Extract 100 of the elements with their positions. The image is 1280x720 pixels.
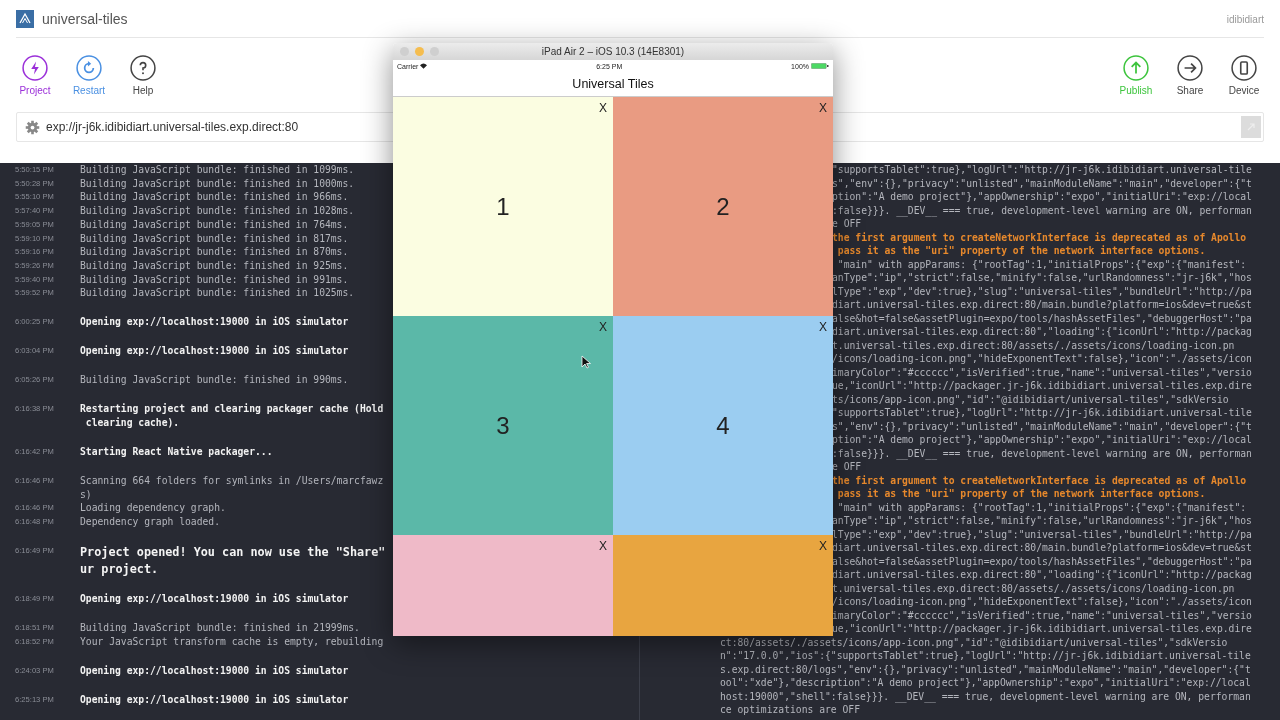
log-message: lType":"exp","dev":true},"slug":"universal-tiles","bundleUrl":"http://pa [832, 528, 1252, 540]
log-message: ce optimizations are OFF [720, 704, 860, 715]
window-title: iPad Air 2 – iOS 10.3 (14E8301) [541, 46, 685, 57]
close-icon[interactable] [400, 47, 409, 56]
toolbar-button[interactable]: Restart [62, 51, 116, 96]
log-message: "main" with appParams: {"rootTag":1,"initialProps":{"exp":{"manifest": [836, 501, 1247, 513]
tile-number: 1 [496, 192, 510, 221]
log-message: ption":"A demo project"},"appOwnership":"expo","initialUri":"exp://local [832, 434, 1252, 445]
log-message: Opening exp://localhost:19000 in iOS simulator [80, 693, 349, 707]
log-message: t.universal-tiles.exp.direct:80/assets/./assets/icons/loading-icon.pn [832, 582, 1235, 594]
log-message: ue,"iconUrl":"http://packager.jr-j6k.idibidiart.universal-tiles.exp.dire [832, 380, 1252, 391]
log-message: "main" with appParams: {"rootTag":1,"initialProps":{"exp":{"manifest": [836, 258, 1247, 270]
nav-title: Universal Tiles [572, 77, 654, 91]
tile-number: 4 [716, 411, 730, 440]
log-message: Building JavaScript bundle: finished in 1028ms. [80, 204, 355, 218]
open-url-button[interactable] [1241, 116, 1261, 138]
log-message: Building JavaScript bundle: finished in 817ms. [80, 231, 349, 246]
log-message: diart.universal-tiles.exp.direct:80/main.bundle?platform=ios&dev=true&st [832, 542, 1252, 553]
log-message: Building JavaScript bundle: finished in 21999ms. [80, 621, 360, 636]
close-button[interactable]: X [599, 320, 607, 334]
log-message: Scanning 664 folders for symlinks in /Users/marcfawz [80, 474, 384, 488]
log-message: s) [80, 487, 93, 502]
log-message: imaryColor":"#cccccc","isVerified":true,"name":"universal-tiles","versio [832, 366, 1252, 378]
log-message: Building JavaScript bundle: finished in 764ms. [80, 217, 349, 232]
toolbar-button[interactable]: Device [1217, 51, 1271, 96]
log-message: n":"17.0.0","ios":{"supportsTablet":true},"logUrl":"http://jr-j6k.idibidiart.universal-tile [720, 650, 1251, 661]
log-message: Your JavaScript transform cache is empty, rebuilding [80, 635, 384, 649]
minimize-icon[interactable] [415, 47, 424, 56]
tile-number: 3 [496, 411, 510, 440]
log-message: the first argument to createNetworkInterface is deprecated as of Apollo [832, 231, 1247, 243]
app-logo-icon [16, 10, 34, 28]
tile-number: 2 [716, 192, 730, 221]
log-message: ct:80/assets/./assets/icons/app-icon.png","id":"@idibidiart/universal-tiles","sdkVersio [720, 636, 1228, 648]
log-message: pass it as the "uri" property of the network interface options. [836, 488, 1206, 499]
project-title: universal-tiles [42, 11, 128, 27]
log-message: pass it as the "uri" property of the network interface options. [836, 245, 1206, 256]
log-message: e OFF [832, 218, 862, 229]
log-message: diart.universal-tiles.exp.direct:80","loading":{"iconUrl":"http://packag [832, 569, 1252, 580]
log-message: Opening exp://localhost:19000 in iOS simulator [80, 315, 349, 330]
log-message: ool":"xde"},"description":"A demo project"},"appOwnership":"expo","initialUri":"exp://local [720, 677, 1251, 688]
log-message: Building JavaScript bundle: finished in 991ms. [80, 272, 349, 287]
battery-icon [811, 63, 829, 69]
log-message: ts/icons/app-icon.png","id":"@idibidiart/universal-tiles","sdkVersio [832, 393, 1229, 405]
log-message: s","env":{},"privacy":"unlisted","mainModuleName":"main","developer":{"t [832, 420, 1252, 432]
log-message: Restarting project and clearing packager cache (Hold [80, 402, 384, 417]
log-message: ue,"iconUrl":"http://packager.jr-j6k.idibidiart.universal-tiles.exp.dire [832, 623, 1252, 634]
log-message: /icons/loading-icon.png","hideExponentText":false},"icon":"./assets/icon [832, 596, 1252, 607]
log-message: Opening exp://localhost:19000 in iOS simulator [80, 664, 349, 678]
lightning-icon [22, 54, 48, 81]
close-button[interactable]: X [599, 539, 607, 553]
log-message: alse&hot=false&assetPlugin=expo/tools/hashAssetFiles","debuggerHost":"pa [832, 312, 1252, 324]
log-message: /icons/loading-icon.png","hideExponentText":false},"icon":"./assets/icon [832, 353, 1252, 364]
log-message: Building JavaScript bundle: finished in 870ms. [80, 245, 349, 259]
log-message: e OFF [832, 461, 862, 472]
log-message: Starting React Native packager... [80, 445, 273, 459]
log-message: Building JavaScript bundle: finished in 966ms. [80, 190, 349, 205]
log-message: Building JavaScript bundle: finished in 925ms. [80, 258, 349, 273]
log-message: s.exp.direct:80/logs","env":{},"privacy":"unlisted","mainModuleName":"main","developer":{"t [720, 663, 1251, 675]
log-message: diart.universal-tiles.exp.direct:80","loading":{"iconUrl":"http://packag [832, 326, 1252, 337]
log-message: lType":"exp","dev":true},"slug":"universal-tiles","bundleUrl":"http://pa [832, 285, 1252, 297]
log-message: imaryColor":"#cccccc","isVerified":true,"name":"universal-tiles","versio [832, 609, 1252, 621]
log-message: alse&hot=false&assetPlugin=expo/tools/hashAssetFiles","debuggerHost":"pa [832, 555, 1252, 567]
log-message: :false}}}. __DEV__ === true, development-level warning are ON, performan [832, 447, 1252, 459]
toolbar-button[interactable]: Help [116, 51, 170, 96]
toolbar-button[interactable]: Share [1163, 51, 1217, 96]
log-message: anType":"ip","strict":false,"minify":false,"urlRandomness":"jr-j6k","hos [832, 272, 1252, 283]
log-message: Opening exp://localhost:19000 in iOS simulator [80, 592, 349, 607]
log-message: the first argument to createNetworkInterface is deprecated as of Apollo [832, 474, 1247, 486]
log-message: Building JavaScript bundle: finished in 1025ms. [80, 286, 355, 301]
log-message: Dependency graph loaded. [80, 515, 220, 529]
log-message: Loading dependency graph. [80, 501, 226, 516]
zoom-icon[interactable] [430, 47, 439, 56]
close-button[interactable]: X [819, 539, 827, 553]
log-message: anType":"ip","strict":false,"minify":false,"urlRandomness":"jr-j6k","hos [832, 515, 1252, 526]
log-message: "supportsTablet":true},"logUrl":"http://jr-j6k.idibidiart.universal-tile [832, 407, 1252, 418]
restart-icon [76, 54, 102, 81]
log-message: t.universal-tiles.exp.direct:80/assets/./assets/icons/loading-icon.pn [832, 339, 1235, 351]
help-icon [130, 54, 156, 81]
phone-icon [1231, 54, 1257, 81]
close-button[interactable]: X [819, 320, 827, 334]
log-message: Opening exp://localhost:19000 in iOS simulator [80, 344, 349, 359]
close-button[interactable]: X [819, 101, 827, 115]
log-message: Building JavaScript bundle: finished in 1099ms. [80, 163, 355, 177]
log-message: diart.universal-tiles.exp.direct:80/main.bundle?platform=ios&dev=true&st [832, 299, 1252, 310]
log-message: ption":"A demo project"},"appOwnership":"expo","initialUri":"exp://local [832, 191, 1252, 202]
log-message: Building JavaScript bundle: finished in 1000ms. [80, 176, 355, 191]
cursor-icon [581, 355, 591, 369]
settings-icon[interactable] [25, 119, 40, 135]
upload-icon [1123, 54, 1149, 81]
close-button[interactable]: X [599, 101, 607, 115]
log-message: :false}}}. __DEV__ === true, development-level warning are ON, performan [832, 204, 1252, 216]
log-message: clearing cache). [84, 416, 181, 430]
wifi-icon [420, 63, 428, 69]
log-message: s","env":{},"privacy":"unlisted","mainModuleName":"main","developer":{"t [832, 177, 1252, 189]
toolbar-button[interactable]: Project [8, 51, 62, 96]
log-message: host:19000","shell":false}}}. __DEV__ === true, development-level warning are ON, performan [720, 690, 1251, 702]
log-message: ur project. [80, 560, 160, 578]
log-message: Project opened! You can now use the "Share" [80, 544, 386, 561]
log-message: "supportsTablet":true},"logUrl":"http://jr-j6k.idibidiart.universal-tile [832, 164, 1252, 175]
log-message: Building JavaScript bundle: finished in 990ms. [80, 373, 349, 388]
